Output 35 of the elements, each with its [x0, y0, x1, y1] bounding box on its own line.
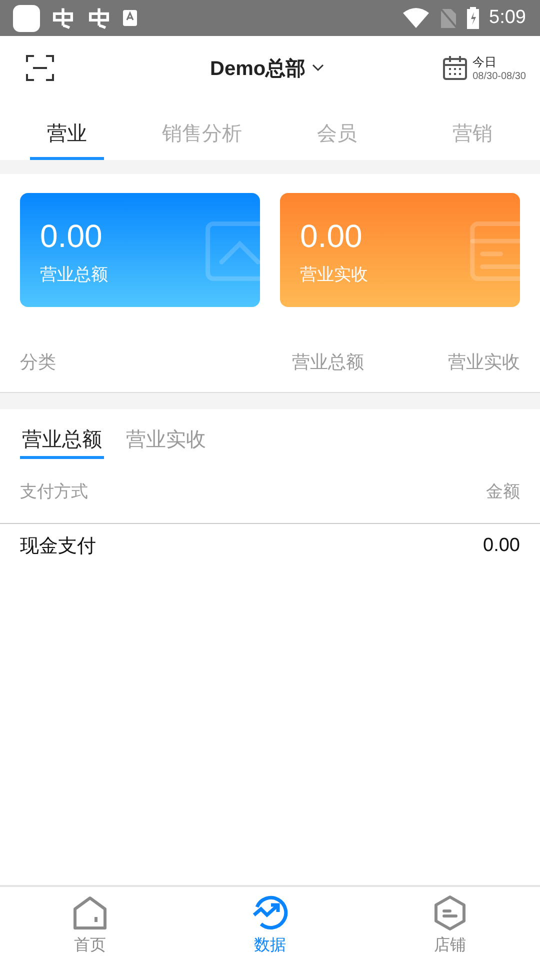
nav-item[interactable]: 首页: [0, 887, 180, 960]
trend-chart-icon: [252, 895, 288, 931]
tab[interactable]: 会员: [270, 110, 405, 160]
scan-icon[interactable]: [26, 54, 54, 82]
hexagon-icon: [432, 895, 468, 931]
card-value: 0.00: [40, 217, 104, 256]
tab[interactable]: 销售分析: [134, 110, 270, 160]
date-picker[interactable]: 今日 08/30-08/30: [442, 54, 526, 82]
tab[interactable]: 营销: [404, 110, 540, 160]
store-selector[interactable]: Demo总部: [210, 54, 324, 82]
table-cell-text: 现金支付: [20, 534, 96, 559]
no-sim-icon: [439, 7, 458, 29]
card-label: 营业实收: [300, 264, 369, 286]
column-header: 支付方式: [20, 480, 88, 502]
table-cell: 0.00: [483, 535, 520, 557]
tab[interactable]: 营业总额: [20, 423, 104, 459]
card-label: 营业总额: [40, 264, 109, 286]
nav-item[interactable]: 数据: [180, 887, 360, 960]
app-icon: [13, 4, 40, 32]
font-icon: [122, 9, 138, 27]
nav-item[interactable]: 店铺: [360, 887, 540, 960]
clock-time: 5:09: [489, 7, 526, 29]
card-value: 0.00: [300, 217, 364, 256]
caret-icon: [312, 64, 324, 72]
battery-icon: [467, 7, 480, 29]
date-range: 08/30-08/30: [472, 71, 526, 82]
column-header: 金额: [486, 480, 520, 502]
column-header: 营业总额: [292, 351, 364, 374]
column-header: 营业实收: [448, 351, 520, 374]
wifi-icon: [403, 8, 430, 28]
column-header: 分类: [20, 351, 57, 374]
home-icon: [72, 895, 108, 931]
calendar-icon: [442, 55, 468, 81]
tab[interactable]: 营业实收: [124, 423, 208, 459]
date-label: 今日: [472, 54, 497, 71]
